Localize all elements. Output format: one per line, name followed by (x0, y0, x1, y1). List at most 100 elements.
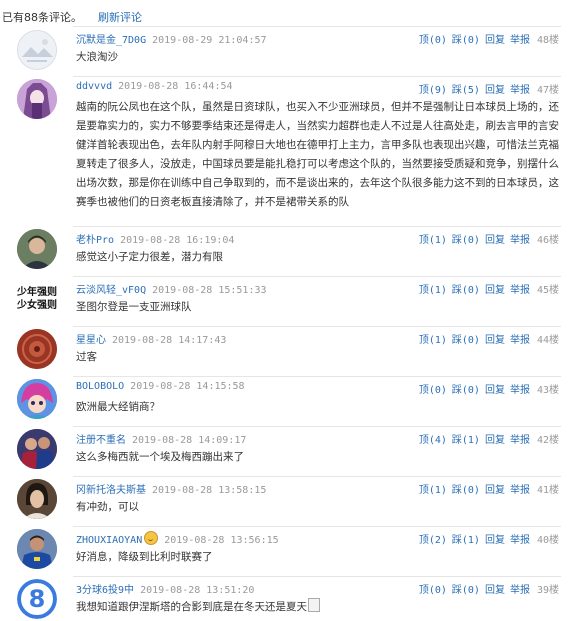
upvote-button[interactable]: 顶(4) (419, 435, 447, 446)
comment-timestamp: 2019-08-28 13:58:15 (152, 485, 267, 496)
avatar-seal-icon[interactable] (17, 329, 57, 369)
downvote-button[interactable]: 踩(0) (452, 235, 480, 246)
downvote-button[interactable]: 踩(5) (452, 85, 480, 96)
upvote-button[interactable]: 顶(1) (419, 485, 447, 496)
upvote-button[interactable]: 顶(1) (419, 335, 447, 346)
floor-number: 48楼 (536, 35, 559, 46)
divider (73, 576, 561, 577)
comment-timestamp: 2019-08-29 21:04:57 (152, 35, 267, 46)
comment-username[interactable]: ZHOUXIAOYAN (76, 535, 142, 546)
comment-username[interactable]: ddvvvd (76, 81, 112, 92)
avatar-cartoon-icon[interactable] (17, 379, 57, 419)
divider (73, 76, 561, 77)
comment-item: 星星心 2019-08-28 14:17:43 顶(1) 踩(0) 回复 举报 44楼 过… (0, 326, 587, 376)
comment-timestamp: 2019-08-28 14:09:17 (132, 435, 247, 446)
avatar-footballer-icon[interactable] (17, 529, 57, 569)
reply-button[interactable]: 回复 (485, 535, 505, 546)
comment-item: ZHOUXIAOYAN 2019-08-28 13:56:15 顶(2) 踩(1) 回… (0, 526, 587, 576)
divider (73, 476, 561, 477)
comment-body: 我想知道跟伊涅斯塔的合影到底是在冬天还是夏天 (76, 598, 559, 617)
comment-timestamp: 2019-08-28 13:51:20 (140, 585, 255, 596)
comment-text: 感觉这小子定力很差，潜力有限 (76, 251, 223, 263)
comments-header: 已有88条评论。 刷新评论 (2, 9, 142, 25)
report-button[interactable]: 举报 (510, 435, 530, 446)
comment-username[interactable]: 云淡风轻_vF0Q (76, 285, 146, 296)
downvote-button[interactable]: 踩(0) (452, 285, 480, 296)
upvote-button[interactable]: 顶(1) (419, 285, 447, 296)
comment-username[interactable]: 沉默是金_7D0G (76, 35, 146, 46)
floor-number: 43楼 (536, 385, 559, 396)
reply-button[interactable]: 回复 (485, 35, 505, 46)
comment-text: 过客 (76, 351, 97, 363)
report-button[interactable]: 举报 (510, 285, 530, 296)
comment-text: 圣图尔登是一支亚洲球队 (76, 301, 192, 313)
report-button[interactable]: 举报 (510, 385, 530, 396)
avatar-players-icon[interactable] (17, 429, 57, 469)
report-button[interactable]: 举报 (510, 35, 530, 46)
comment-username[interactable]: BOLOBOLO (76, 381, 124, 392)
downvote-button[interactable]: 踩(0) (452, 485, 480, 496)
floor-number: 40楼 (536, 535, 559, 546)
avatar-number-icon[interactable]: 8 (17, 579, 57, 619)
avatar-person-icon[interactable] (17, 229, 57, 269)
reply-button[interactable]: 回复 (485, 85, 505, 96)
report-button[interactable]: 举报 (510, 485, 530, 496)
upvote-button[interactable]: 顶(0) (419, 35, 447, 46)
comment-item: 老朴Pro 2019-08-28 16:19:04 顶(1) 踩(0) 回复 举报 46楼… (0, 226, 587, 276)
comment-count: 已有88条评论。 (2, 11, 82, 24)
comment-text: 有冲劲，可以 (76, 501, 139, 513)
avatar-portrait-icon[interactable] (17, 479, 57, 519)
downvote-button[interactable]: 踩(0) (452, 585, 480, 596)
reply-button[interactable]: 回复 (485, 235, 505, 246)
comment-username[interactable]: 星星心 (76, 335, 106, 346)
reply-button[interactable]: 回复 (485, 285, 505, 296)
downvote-button[interactable]: 踩(0) (452, 385, 480, 396)
avatar-anime-icon[interactable] (17, 79, 57, 119)
comment-timestamp: 2019-08-28 13:56:15 (164, 535, 279, 546)
report-button[interactable]: 举报 (510, 535, 530, 546)
avatar-text-line: 少年强则 (17, 287, 57, 298)
comment-text: 大浪淘沙 (76, 51, 118, 63)
downvote-button[interactable]: 踩(1) (452, 535, 480, 546)
reply-button[interactable]: 回复 (485, 385, 505, 396)
broken-image-icon (308, 598, 320, 612)
upvote-button[interactable]: 顶(0) (419, 385, 447, 396)
comment-username[interactable]: 注册不重名 (76, 435, 126, 446)
floor-number: 47楼 (536, 85, 559, 96)
report-button[interactable]: 举报 (510, 585, 530, 596)
avatar-text-icon[interactable]: 少年强则 少女强则 (17, 279, 57, 319)
comment-item: ddvvvd 2019-08-28 16:44:54 顶(9) 踩(5) 回复 举报 47… (0, 76, 587, 226)
comment-item: BOLOBOLO 2019-08-28 14:15:58 顶(0) 踩(0) 回复 举报… (0, 376, 587, 426)
comment-timestamp: 2019-08-28 14:17:43 (112, 335, 227, 346)
comment-username[interactable]: 老朴Pro (76, 235, 114, 246)
reply-button[interactable]: 回复 (485, 585, 505, 596)
comment-text: 欧洲最大经销商？ (76, 401, 160, 413)
upvote-button[interactable]: 顶(9) (419, 85, 447, 96)
report-button[interactable]: 举报 (510, 85, 530, 96)
floor-number: 42楼 (536, 435, 559, 446)
divider (73, 526, 561, 527)
downvote-button[interactable]: 踩(1) (452, 435, 480, 446)
comment-timestamp: 2019-08-28 16:19:04 (120, 235, 235, 246)
reply-button[interactable]: 回复 (485, 335, 505, 346)
downvote-button[interactable]: 踩(0) (452, 35, 480, 46)
avatar-landscape-icon[interactable] (17, 30, 57, 70)
comment-text: 越南的阮公凤也在这个队，虽然是日资球队，也买入不少亚洲球员，但并不是强制让日本球… (76, 101, 559, 208)
upvote-button[interactable]: 顶(0) (419, 585, 447, 596)
comment-username[interactable]: 冈新托洛夫斯基 (76, 485, 146, 496)
report-button[interactable]: 举报 (510, 235, 530, 246)
refresh-comments-link[interactable]: 刷新评论 (98, 11, 142, 24)
upvote-button[interactable]: 顶(2) (419, 535, 447, 546)
divider (73, 226, 561, 227)
comment-username[interactable]: 3分球6投9中 (76, 585, 134, 596)
reply-button[interactable]: 回复 (485, 485, 505, 496)
report-button[interactable]: 举报 (510, 335, 530, 346)
comment-text: 我想知道跟伊涅斯塔的合影到底是在冬天还是夏天 (76, 601, 307, 613)
comment-timestamp: 2019-08-28 16:44:54 (118, 81, 233, 92)
reply-button[interactable]: 回复 (485, 435, 505, 446)
divider (73, 426, 561, 427)
smiley-emoji-icon (144, 531, 159, 545)
upvote-button[interactable]: 顶(1) (419, 235, 447, 246)
downvote-button[interactable]: 踩(0) (452, 335, 480, 346)
floor-number: 39楼 (536, 585, 559, 596)
